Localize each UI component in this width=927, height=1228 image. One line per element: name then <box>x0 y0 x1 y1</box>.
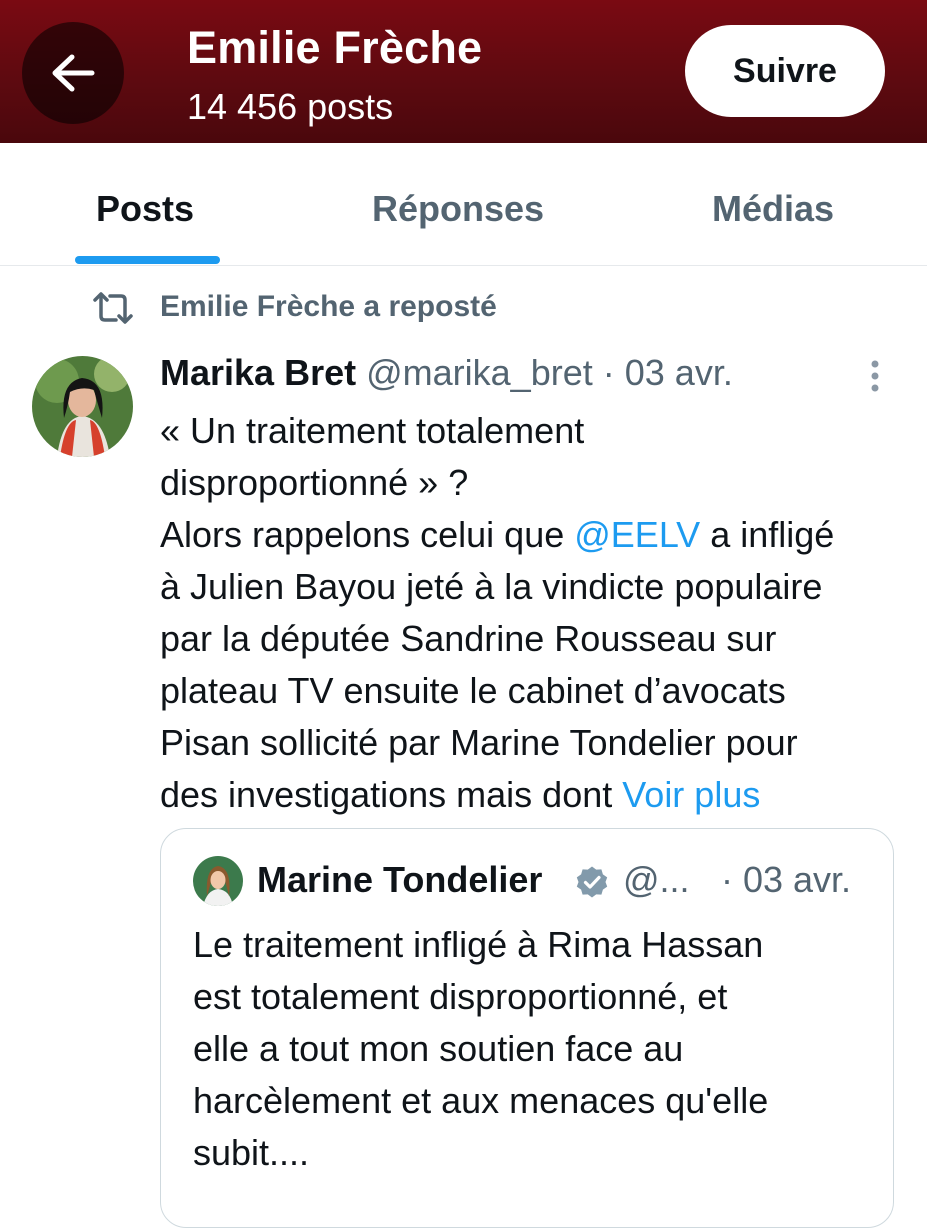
profile-name: Emilie Frèche <box>187 22 483 73</box>
repost-label: Emilie Frèche a reposté <box>160 290 497 323</box>
post-separator: · <box>602 352 615 393</box>
quoted-date[interactable]: · 03 avr. <box>721 859 851 901</box>
post-line: Pisan sollicité par Marine Tondelier pou… <box>160 722 798 763</box>
tab-posts[interactable]: Posts <box>96 188 194 230</box>
post-header: Marika Bret @marika_bret · 03 avr. <box>160 352 733 394</box>
quoted-avatar[interactable] <box>193 856 243 906</box>
mention-link[interactable]: @EELV <box>574 514 700 555</box>
show-more-link[interactable]: Voir plus <box>622 774 760 815</box>
quoted-handle[interactable]: @... <box>623 859 690 901</box>
repost-icon <box>93 292 133 324</box>
post-line: disproportionné » ? <box>160 462 469 503</box>
quoted-line: est totalement disproportionné, et <box>193 976 728 1017</box>
quoted-line: elle a tout mon soutien face au <box>193 1028 684 1069</box>
quoted-author[interactable]: Marine Tondelier <box>257 859 542 901</box>
back-button[interactable] <box>22 22 124 124</box>
post-handle[interactable]: @marika_bret <box>366 352 593 393</box>
quoted-line: subit.... <box>193 1132 310 1173</box>
quoted-text: Le traitement infligé à Rima Hassan est … <box>193 919 873 1179</box>
tab-media[interactable]: Médias <box>712 188 834 230</box>
post-text-segment: a infligé <box>700 514 835 555</box>
more-vertical-icon[interactable] <box>868 358 882 394</box>
post-date[interactable]: 03 avr. <box>625 352 733 393</box>
avatar[interactable] <box>32 356 133 457</box>
post-text-segment: Alors rappelons celui que <box>160 514 575 555</box>
quoted-post[interactable]: Marine Tondelier @... · 03 avr. Le trait… <box>160 828 894 1228</box>
verified-badge-icon <box>576 866 608 898</box>
post-line: par la députée Sandrine Rousseau sur <box>160 618 777 659</box>
post-line: « Un traitement totalement <box>160 410 585 451</box>
post-count: 14 456 posts <box>187 86 394 127</box>
arrow-left-icon <box>52 54 95 92</box>
post-text: « Un traitement totalement disproportion… <box>160 405 900 821</box>
post-line: à Julien Bayou jeté à la vindicte popula… <box>160 566 823 607</box>
post-author[interactable]: Marika Bret <box>160 352 356 393</box>
quoted-line: harcèlement et aux menaces qu'elle <box>193 1080 769 1121</box>
post-line: des investigations mais dont Voir plus <box>160 769 900 821</box>
quoted-line: Le traitement infligé à Rima Hassan <box>193 924 764 965</box>
tab-replies[interactable]: Réponses <box>372 188 544 230</box>
post-line: Alors rappelons celui que @EELV a inflig… <box>160 509 900 561</box>
post-line: plateau TV ensuite le cabinet d’avocats <box>160 670 786 711</box>
post-text-segment: des investigations mais dont <box>160 774 623 815</box>
active-tab-indicator <box>75 256 220 264</box>
profile-tabs: Posts Réponses Médias <box>0 143 927 266</box>
follow-button[interactable]: Suivre <box>685 25 885 117</box>
profile-header: Emilie Frèche 14 456 posts Suivre <box>0 0 927 143</box>
